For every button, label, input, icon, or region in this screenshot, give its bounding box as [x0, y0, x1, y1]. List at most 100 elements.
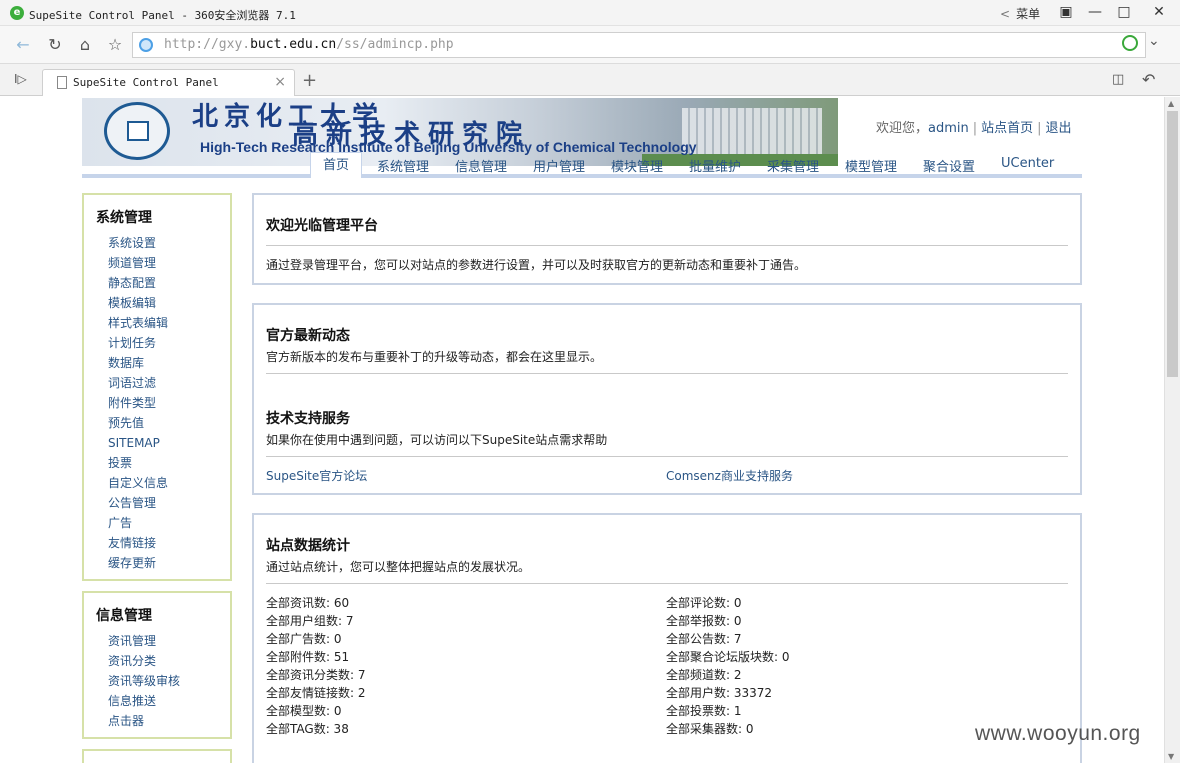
stat-left: 全部TAG数: 38	[266, 722, 349, 736]
logout-link[interactable]: 退出	[1046, 121, 1072, 136]
sidebar-item-grade-review[interactable]: 资讯等级审核	[108, 671, 230, 691]
nav-users[interactable]: 用户管理	[533, 156, 585, 175]
user-links: 欢迎您，admin | 站点首页 | 退出	[876, 121, 1072, 136]
sidebar-item-presets[interactable]: 预先值	[108, 413, 230, 433]
chevron-left-icon: <	[1000, 7, 1011, 21]
tab-supesite[interactable]: SupeSite Control Panel ×	[42, 69, 295, 96]
scroll-down-icon[interactable]: ▼	[1168, 752, 1174, 761]
sidebar-item-ads[interactable]: 广告	[108, 513, 230, 533]
sidebar-item-friend-links[interactable]: 友情链接	[108, 533, 230, 553]
scroll-thumb[interactable]	[1167, 111, 1178, 377]
tab-bar: I▷ SupeSite Control Panel × + ◫ ↶	[0, 64, 1180, 96]
nav-batch[interactable]: 批量维护	[689, 156, 741, 175]
nav-models[interactable]: 模型管理	[845, 156, 897, 175]
welcome-title: 欢迎光临管理平台	[266, 218, 378, 234]
favorite-star-icon[interactable]: ☆	[104, 34, 126, 56]
stat-left: 全部友情链接数: 2	[266, 686, 366, 700]
vertical-scrollbar[interactable]: ▲ ▼	[1164, 97, 1180, 763]
scroll-up-icon[interactable]: ▲	[1168, 99, 1174, 108]
news-desc: 官方新版本的发布与重要补丁的升级等动态，都会在这里显示。	[266, 350, 603, 364]
browser-menu-label: 菜单	[1016, 7, 1041, 21]
sidebar-item-cache[interactable]: 缓存更新	[108, 553, 230, 573]
nav-modules[interactable]: 模块管理	[611, 156, 663, 175]
url-input[interactable]: http://gxy.buct.edu.cn/ss/admincp.php	[132, 32, 1146, 58]
nav-system[interactable]: 系统管理	[377, 156, 429, 175]
stat-left: 全部资讯数: 60	[266, 596, 350, 610]
main-nav: 首页 系统管理 信息管理 用户管理 模块管理 批量维护 采集管理 模型管理 聚合…	[82, 152, 1082, 180]
address-toolbar: ← ↻ ⌂ ☆ http://gxy.buct.edu.cn/ss/adminc…	[0, 26, 1180, 64]
username-link[interactable]: admin	[928, 121, 969, 136]
globe-icon	[139, 38, 153, 52]
browser-logo-icon: e	[10, 6, 24, 20]
sidebar-item-database[interactable]: 数据库	[108, 353, 230, 373]
support-desc: 如果你在使用中遇到问题，可以访问以下SupeSite站点需求帮助	[266, 433, 608, 447]
sidebar-item-push[interactable]: 信息推送	[108, 691, 230, 711]
maximize-button[interactable]: □	[1110, 1, 1138, 23]
new-tab-button[interactable]: +	[302, 70, 317, 91]
welcome-desc: 通过登录管理平台，您可以对站点的参数进行设置，并可以及时获取官方的更新动态和重要…	[266, 258, 807, 272]
secure-check-icon[interactable]	[1122, 35, 1138, 51]
stat-left: 全部广告数: 0	[266, 632, 342, 646]
document-icon	[57, 76, 67, 89]
support-title: 技术支持服务	[266, 411, 350, 427]
close-window-button[interactable]: ✕	[1145, 1, 1173, 23]
sidebar-info: 信息管理 资讯管理 资讯分类 资讯等级审核 信息推送 点击器	[82, 591, 232, 739]
refresh-button[interactable]: ↻	[44, 34, 66, 56]
sidebar-item-cron[interactable]: 计划任务	[108, 333, 230, 353]
stats-desc: 通过站点统计，您可以整体把握站点的发展状况。	[266, 560, 531, 574]
window-title: SupeSite Control Panel - 360安全浏览器 7.1	[29, 9, 296, 22]
tab-list-icon[interactable]: ◫	[1112, 72, 1124, 87]
sidebar-item-announcements[interactable]: 公告管理	[108, 493, 230, 513]
forum-link[interactable]: SupeSite官方论坛	[266, 467, 367, 484]
stat-left: 全部资讯分类数: 7	[266, 668, 366, 682]
news-panel: 官方最新动态 官方新版本的发布与重要补丁的升级等动态，都会在这里显示。 技术支持…	[252, 303, 1082, 495]
tab-close-icon[interactable]: ×	[274, 74, 286, 90]
url-dropdown-icon[interactable]: ⌄	[1148, 33, 1160, 49]
url-text: http://gxy.buct.edu.cn/ss/admincp.php	[164, 37, 454, 52]
nav-collect[interactable]: 采集管理	[767, 156, 819, 175]
sidebar-item-channels[interactable]: 频道管理	[108, 253, 230, 273]
sidebar-item-articles[interactable]: 资讯管理	[108, 631, 230, 651]
stat-left: 全部模型数: 0	[266, 704, 342, 718]
stat-right: 全部聚合论坛版块数: 0	[666, 650, 790, 664]
news-title: 官方最新动态	[266, 328, 350, 344]
window-titlebar: e SupeSite Control Panel - 360安全浏览器 7.1 …	[0, 0, 1180, 26]
sidebar-system: 系统管理 系统设置 频道管理 静态配置 模板编辑 样式表编辑 计划任务 数据库 …	[82, 193, 232, 581]
sidebar-item-custom-info[interactable]: 自定义信息	[108, 473, 230, 493]
sidebar-item-categories[interactable]: 资讯分类	[108, 651, 230, 671]
nav-info[interactable]: 信息管理	[455, 156, 507, 175]
sidebar-item-stylesheets[interactable]: 样式表编辑	[108, 313, 230, 333]
commercial-support-link[interactable]: Comsenz商业支持服务	[666, 467, 793, 484]
stat-right: 全部采集器数: 0	[666, 722, 754, 736]
nav-home[interactable]: 首页	[310, 152, 363, 178]
nav-aggregate[interactable]: 聚合设置	[923, 156, 975, 175]
browser-menu-button[interactable]: < 菜单	[1000, 5, 1040, 22]
sidebar-item-settings[interactable]: 系统设置	[108, 233, 230, 253]
tab-title: SupeSite Control Panel	[73, 76, 219, 89]
stat-right: 全部投票数: 1	[666, 704, 742, 718]
skin-icon[interactable]: ▣	[1052, 1, 1080, 23]
welcome-text: 欢迎您，	[876, 121, 929, 136]
site-home-link[interactable]: 站点首页	[981, 121, 1033, 136]
sidebar-toggle-icon[interactable]: I▷	[14, 72, 27, 86]
sidebar-item-templates[interactable]: 模板编辑	[108, 293, 230, 313]
sidebar-item-sitemap[interactable]: SITEMAP	[108, 433, 230, 453]
stat-right: 全部举报数: 0	[666, 614, 742, 628]
nav-ucenter[interactable]: UCenter	[1001, 156, 1054, 171]
sidebar-item-clicker[interactable]: 点击器	[108, 711, 230, 731]
back-button[interactable]: ←	[12, 34, 34, 56]
stat-right: 全部公告数: 7	[666, 632, 742, 646]
home-button[interactable]: ⌂	[74, 34, 96, 56]
building-image	[682, 108, 822, 158]
sidebar-item-word-filter[interactable]: 词语过滤	[108, 373, 230, 393]
page-viewport: 北京化工大学 高新技术研究院 High-Tech Research Instit…	[0, 97, 1164, 763]
stat-left: 全部附件数: 51	[266, 650, 350, 664]
watermark: www.wooyun.org	[975, 722, 1141, 745]
sidebar-item-attach-types[interactable]: 附件类型	[108, 393, 230, 413]
sidebar-item-static[interactable]: 静态配置	[108, 273, 230, 293]
sidebar-item-polls[interactable]: 投票	[108, 453, 230, 473]
undo-close-icon[interactable]: ↶	[1142, 70, 1155, 89]
sidebar-more	[82, 749, 232, 763]
minimize-button[interactable]: —	[1081, 1, 1109, 23]
sidebar-title-info: 信息管理	[96, 608, 152, 624]
